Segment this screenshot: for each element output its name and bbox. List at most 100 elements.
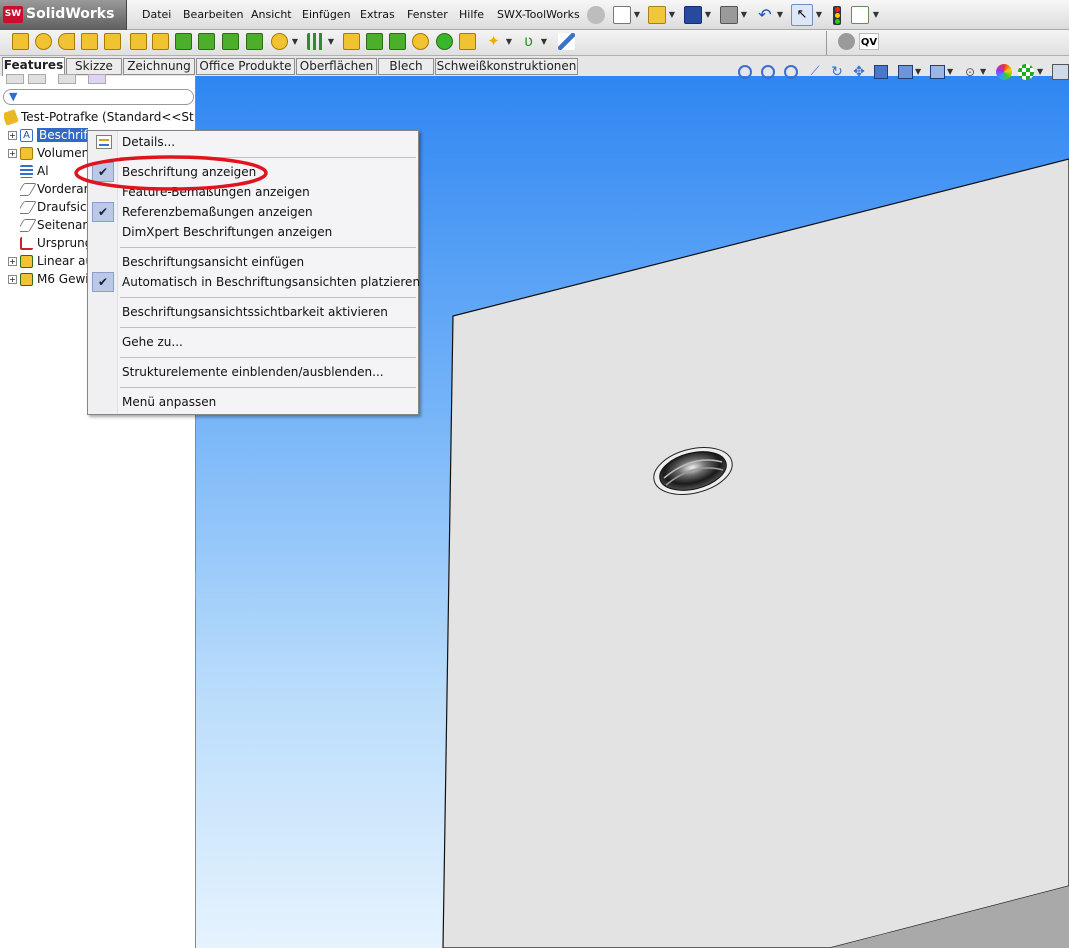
- tab-oberflaechen[interactable]: Oberflächen: [296, 58, 377, 75]
- menu-item-automatisch-platzieren[interactable]: Automatisch in Beschriftungsansichten pl…: [122, 272, 420, 292]
- sphere-icon[interactable]: [436, 33, 453, 50]
- chevron-down-icon[interactable]: ▼: [872, 6, 880, 24]
- open-folder-icon[interactable]: [648, 6, 666, 24]
- hide-show-items-icon[interactable]: ⊙: [962, 64, 978, 80]
- tree-label-material: Al: [37, 164, 49, 178]
- fillet-icon[interactable]: [130, 33, 147, 50]
- tab-blech[interactable]: Blech: [378, 58, 434, 75]
- dimxpert-tab-icon[interactable]: [88, 74, 106, 84]
- shell-icon[interactable]: [198, 33, 215, 50]
- cut-extrude-icon[interactable]: [104, 33, 121, 50]
- view-settings-icon[interactable]: [1052, 64, 1069, 80]
- tree-item-beschriftungen[interactable]: +A Beschriftungen: [8, 127, 88, 144]
- pan-icon[interactable]: ✥: [851, 64, 867, 80]
- menu-bearbeiten[interactable]: Bearbeiten: [183, 0, 243, 30]
- linear-pattern-icon[interactable]: [307, 33, 324, 50]
- apply-scene-icon[interactable]: [1018, 64, 1034, 80]
- chevron-down-icon[interactable]: ▼: [980, 66, 988, 78]
- hole-wizard-icon[interactable]: [152, 33, 169, 50]
- zoom-to-fit-icon[interactable]: [738, 65, 752, 79]
- rotate-view-icon[interactable]: ↻: [829, 64, 845, 80]
- expand-icon[interactable]: +: [8, 131, 17, 140]
- save-icon[interactable]: [684, 6, 702, 24]
- chevron-down-icon[interactable]: ▼: [915, 66, 923, 78]
- chevron-down-icon[interactable]: ▼: [505, 33, 513, 51]
- combine-icon[interactable]: [389, 33, 406, 50]
- menu-extras[interactable]: Extras: [360, 0, 395, 30]
- chevron-down-icon[interactable]: ▼: [540, 33, 548, 51]
- previous-view-icon[interactable]: [784, 65, 798, 79]
- reference-geometry-icon[interactable]: [271, 33, 288, 50]
- curves-icon[interactable]: ʋ: [520, 33, 537, 50]
- tree-item-m6-gewindebohrung[interactable]: + M6 Gewindebohrung: [8, 271, 88, 288]
- extrude-boss-icon[interactable]: [12, 33, 29, 50]
- menu-datei[interactable]: Datei: [142, 0, 171, 30]
- options-list-icon[interactable]: [851, 6, 869, 24]
- chevron-down-icon[interactable]: ▼: [947, 66, 955, 78]
- chevron-down-icon[interactable]: ▼: [815, 6, 823, 24]
- menu-fenster[interactable]: Fenster: [407, 0, 448, 30]
- menu-item-dimxpert-beschriftungen[interactable]: DimXpert Beschriftungen anzeigen: [122, 222, 332, 242]
- edit-appearance-icon[interactable]: [996, 64, 1012, 80]
- menu-separator: [120, 387, 416, 388]
- draft-icon[interactable]: [222, 33, 239, 50]
- move-body-icon[interactable]: [366, 33, 383, 50]
- chevron-down-icon[interactable]: ▼: [327, 33, 335, 51]
- menu-hilfe[interactable]: Hilfe: [459, 0, 484, 30]
- pin-icon[interactable]: [587, 6, 605, 24]
- tree-item-linear-ausgetragen[interactable]: + Linear ausgetragen: [8, 253, 88, 270]
- menu-item-menue-anpassen[interactable]: Menü anpassen: [122, 392, 216, 412]
- print-icon[interactable]: [720, 6, 738, 24]
- instant3d-icon[interactable]: ✦: [485, 33, 502, 50]
- tab-skizze[interactable]: Skizze: [66, 58, 122, 75]
- menu-item-gehe-zu[interactable]: Gehe zu...: [122, 332, 183, 352]
- tree-filter-input[interactable]: ▼: [3, 89, 194, 105]
- menu-item-sichtbarkeit-aktivieren[interactable]: Beschriftungsansichtssichtbarkeit aktivi…: [122, 302, 388, 322]
- menu-item-referenzbemassungen[interactable]: Referenzbemaßungen anzeigen: [122, 202, 313, 222]
- zoom-to-area-icon[interactable]: [761, 65, 775, 79]
- tab-office-produkte[interactable]: Office Produkte: [196, 58, 295, 75]
- measure-icon[interactable]: [558, 33, 575, 50]
- featuremanager-tab-icon[interactable]: [6, 74, 24, 84]
- loft-icon[interactable]: [81, 33, 98, 50]
- dome-icon[interactable]: [246, 33, 263, 50]
- menu-item-beschriftungsansicht-einfuegen[interactable]: Beschriftungsansicht einfügen: [122, 252, 304, 272]
- chevron-down-icon[interactable]: ▼: [291, 33, 299, 51]
- expand-icon[interactable]: +: [8, 275, 17, 284]
- configurationmanager-tab-icon[interactable]: [58, 74, 76, 84]
- mirror-icon[interactable]: [343, 33, 360, 50]
- tab-schweisskonstruktionen[interactable]: Schweißkonstruktionen: [435, 58, 578, 75]
- rib-icon[interactable]: [175, 33, 192, 50]
- propertymanager-tab-icon[interactable]: [28, 74, 46, 84]
- chevron-down-icon[interactable]: ▼: [668, 6, 676, 24]
- tab-zeichnung[interactable]: Zeichnung: [123, 58, 195, 75]
- undo-icon[interactable]: ↶: [756, 6, 774, 24]
- revolve-boss-icon[interactable]: [35, 33, 52, 50]
- chevron-down-icon[interactable]: ▼: [740, 6, 748, 24]
- menu-swx-toolworks[interactable]: SWX-ToolWorks: [497, 0, 580, 30]
- sweep-icon[interactable]: [58, 33, 75, 50]
- view-orientation-icon[interactable]: [898, 65, 913, 79]
- dynamic-annotation-views-icon[interactable]: [874, 65, 888, 79]
- chevron-down-icon[interactable]: ▼: [1037, 66, 1045, 78]
- select-cursor-icon[interactable]: ↖: [791, 4, 813, 26]
- menu-item-details[interactable]: Details...: [122, 132, 175, 152]
- display-style-icon[interactable]: [930, 65, 945, 79]
- chevron-down-icon[interactable]: ▼: [776, 6, 784, 24]
- split-icon[interactable]: [459, 33, 476, 50]
- new-document-icon[interactable]: [613, 6, 631, 24]
- tree-root[interactable]: Test-Potrafke (Standard<<Standard>: [4, 109, 194, 126]
- section-view-icon[interactable]: ⟋: [807, 64, 823, 80]
- menu-ansicht[interactable]: Ansicht: [251, 0, 292, 30]
- chevron-down-icon[interactable]: ▼: [633, 6, 641, 24]
- qv-button[interactable]: QV: [859, 33, 879, 50]
- expand-icon[interactable]: +: [8, 257, 17, 266]
- settings-gear-icon[interactable]: [838, 33, 855, 50]
- solidworks-logo[interactable]: SW SolidWorks: [0, 0, 127, 30]
- menu-einfuegen[interactable]: Einfügen: [302, 0, 351, 30]
- menu-item-strukturelemente[interactable]: Strukturelemente einblenden/ausblenden..…: [122, 362, 384, 382]
- traffic-light-icon[interactable]: [833, 6, 841, 25]
- cylinder-icon[interactable]: [412, 33, 429, 50]
- expand-icon[interactable]: +: [8, 149, 17, 158]
- chevron-down-icon[interactable]: ▼: [704, 6, 712, 24]
